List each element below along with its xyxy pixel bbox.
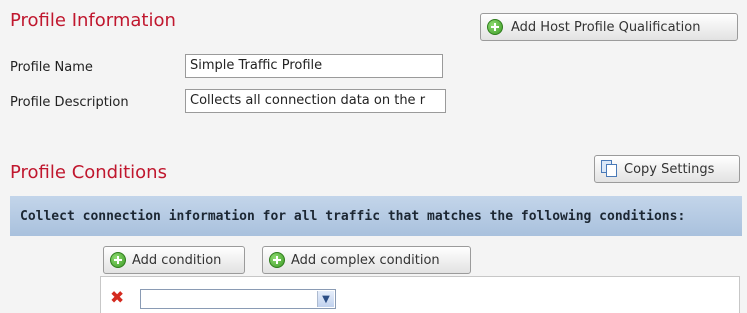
delete-x-icon[interactable]: ✖ [110, 290, 124, 307]
profile-description-input[interactable]: Collects all connection data on the r [185, 89, 446, 113]
chevron-down-icon[interactable]: ▼ [317, 291, 334, 307]
add-complex-condition-label: Add complex condition [291, 252, 440, 268]
plus-circle-icon [269, 252, 285, 268]
profile-conditions-title: Profile Conditions [10, 162, 167, 183]
plus-circle-icon [487, 19, 503, 35]
profile-name-label: Profile Name [10, 60, 93, 75]
add-condition-label: Add condition [132, 252, 222, 268]
copy-settings-button[interactable]: Copy Settings [594, 155, 740, 183]
copy-icon [601, 160, 618, 178]
copy-settings-label: Copy Settings [624, 161, 715, 177]
profile-name-input[interactable]: Simple Traffic Profile [185, 54, 443, 78]
add-complex-condition-button[interactable]: Add complex condition [262, 246, 471, 274]
profile-information-title: Profile Information [10, 10, 176, 31]
conditions-banner: Collect connection information for all t… [10, 196, 742, 236]
add-host-profile-qualification-button[interactable]: Add Host Profile Qualification [480, 13, 738, 41]
add-condition-button[interactable]: Add condition [103, 246, 245, 274]
conditions-banner-text: Collect connection information for all t… [20, 208, 686, 224]
condition-select[interactable]: ▼ [140, 289, 336, 309]
profile-description-label: Profile Description [10, 95, 129, 110]
plus-circle-icon [110, 252, 126, 268]
add-host-profile-qualification-label: Add Host Profile Qualification [511, 19, 701, 35]
